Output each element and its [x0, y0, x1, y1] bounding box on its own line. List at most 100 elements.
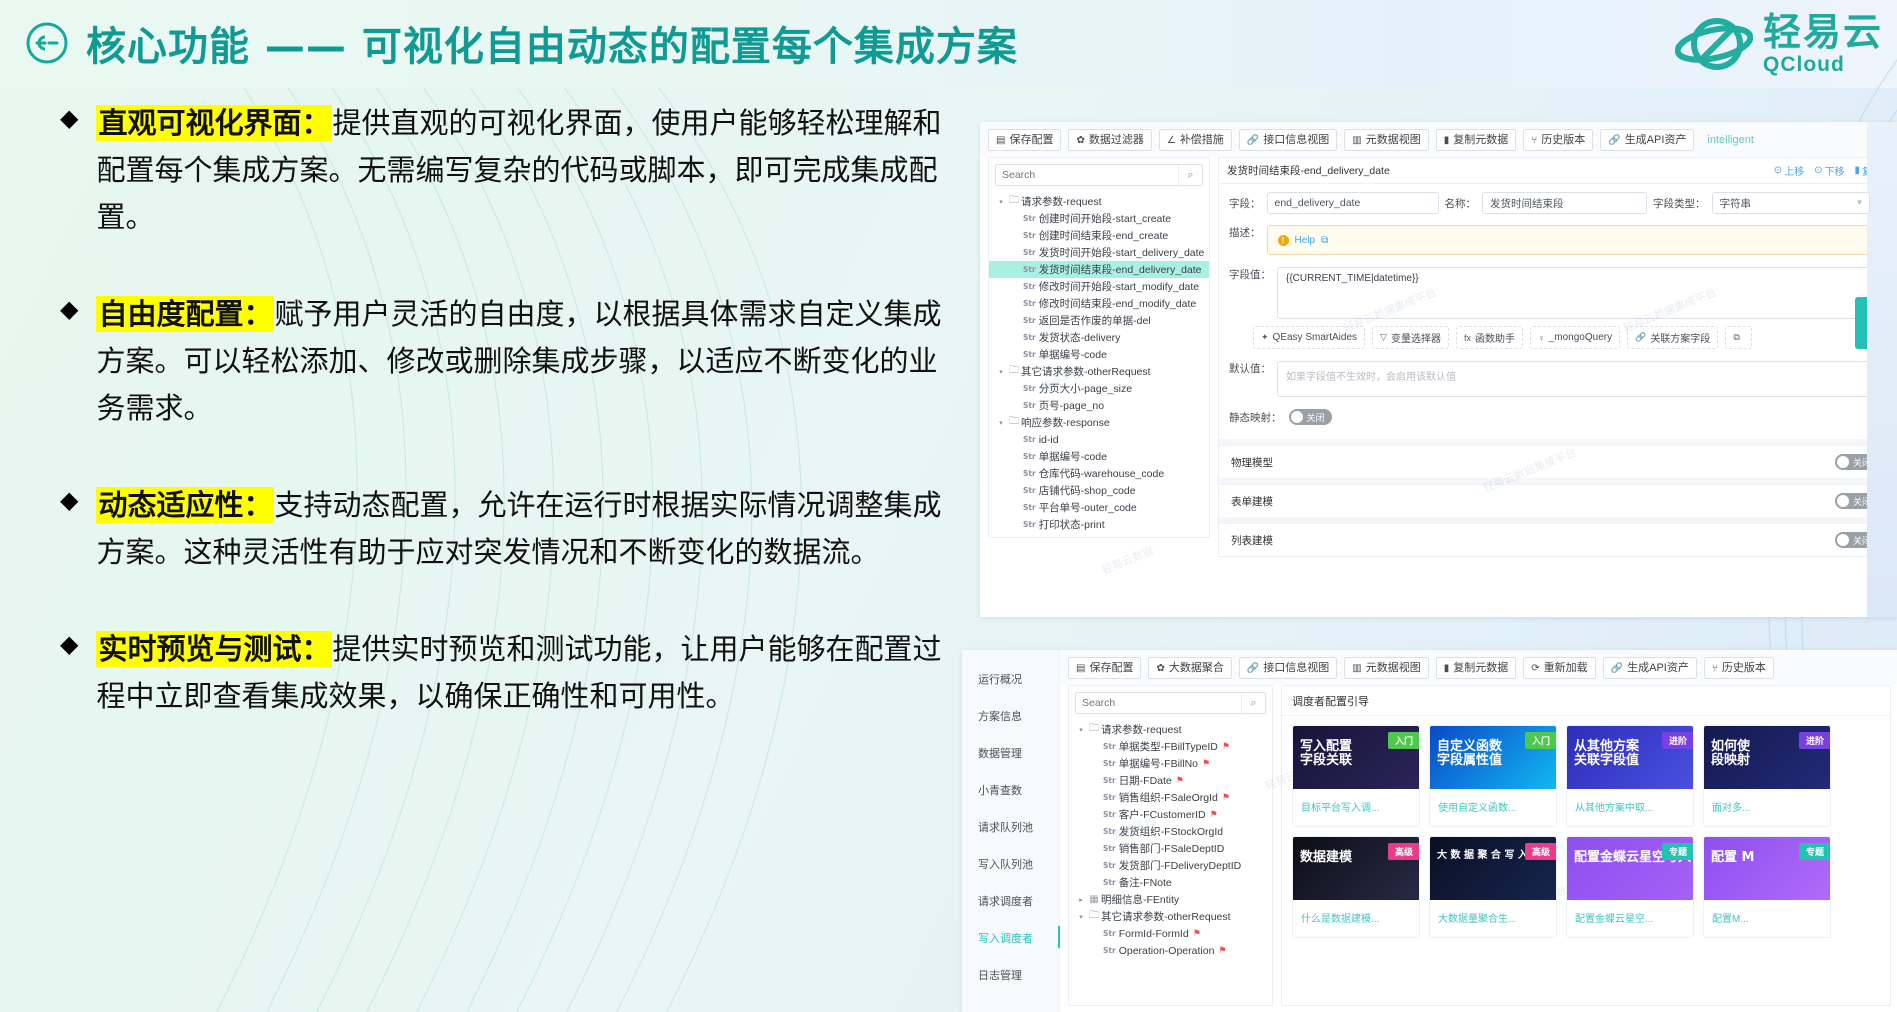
guide-card[interactable]: 大 数 据 聚 合 写 入高级 大数据量聚合生...	[1429, 836, 1557, 939]
search-input[interactable]	[1076, 693, 1241, 714]
tree-node[interactable]: Str 打印状态-print	[989, 516, 1209, 533]
toolbar-button-接口信息视图[interactable]: 🔗 接口信息视图	[1238, 129, 1338, 152]
tree-node[interactable]: Str 单据编号-FBillNo ⚑	[1069, 755, 1272, 772]
field-type-select[interactable]: ▼	[1711, 192, 1870, 215]
field-type-value[interactable]	[1711, 192, 1870, 215]
toolbar-button-接口信息视图[interactable]: 🔗 接口信息视图	[1238, 657, 1338, 680]
caret-down-icon[interactable]: ▾	[995, 368, 1007, 376]
search-input[interactable]	[996, 165, 1178, 186]
sidebar-item-写入队列池[interactable]: 写入队列池	[962, 845, 1059, 882]
tree-node[interactable]: Str 客户-FCustomerID ⚑	[1069, 806, 1272, 823]
tree-node[interactable]: Str 单据编号-code	[989, 448, 1209, 465]
tree-node[interactable]: Str 创建时间开始段-start_create	[989, 210, 1209, 227]
toolbar-button-复制元数据[interactable]: ▮ 复制元数据	[1435, 129, 1517, 152]
tree-node[interactable]: Str 创建时间结束段-end_create	[989, 227, 1209, 244]
sidebar-item-小青查数[interactable]: 小青查数	[962, 771, 1059, 808]
toolbar-button-复制元数据[interactable]: ▮ 复制元数据	[1435, 657, 1517, 680]
chevron-down-icon[interactable]: ▼	[1856, 198, 1864, 207]
tree-node[interactable]: ▾ 🗀 请求参数-request	[1069, 721, 1272, 738]
tree-node[interactable]: Str 发货组织-FStockOrgId	[1069, 823, 1272, 840]
tree-node[interactable]: Str 销售部门-FSaleDeptID	[1069, 840, 1272, 857]
toolbar-button-元数据视图[interactable]: ▥ 元数据视图	[1344, 657, 1429, 680]
guide-card[interactable]: 自定义函数 字段属性值 入门 使用自定义函数...	[1429, 725, 1557, 828]
tree-node[interactable]: Str 修改时间开始段-start_modify_date	[989, 278, 1209, 295]
tree-node[interactable]: Str 平台单号-outer_code	[989, 499, 1209, 516]
card-caption[interactable]: 大数据量聚合生...	[1430, 900, 1556, 937]
sidebar-item-请求调度者[interactable]: 请求调度者	[962, 882, 1059, 919]
card-caption[interactable]: 配置金蝶云星空...	[1567, 900, 1693, 937]
value-tool-变量选择器[interactable]: ▽ 变量选择器	[1372, 326, 1449, 350]
tree-node[interactable]: Str 页号-page_no	[989, 397, 1209, 414]
toolbar-button-保存配置[interactable]: ▤ 保存配置	[988, 129, 1062, 152]
toolbar-button-历史版本[interactable]: ⑂ 历史版本	[1523, 129, 1594, 152]
tree-node[interactable]: ▾ 🗀 请求参数-request	[989, 193, 1209, 210]
card-caption[interactable]: 从其他方案中取...	[1567, 789, 1693, 826]
tree-node[interactable]: Str 销售组织-FSaleOrgId ⚑	[1069, 789, 1272, 806]
toolbar-button-补偿措施[interactable]: ∠ 补偿措施	[1158, 129, 1232, 152]
sidebar-item-写入调度者[interactable]: 写入调度者	[962, 919, 1060, 956]
field-value-editor[interactable]: {{CURRENT_TIME|datetime}}	[1277, 267, 1880, 320]
guide-card[interactable]: 从其他方案 关联字段值 进阶 从其他方案中取...	[1566, 725, 1694, 828]
detail-action-下移[interactable]: ⊙ 下移	[1814, 163, 1844, 178]
caret-down-icon[interactable]: ▾	[1075, 913, 1087, 921]
toolbar-button-历史版本[interactable]: ⑂ 历史版本	[1703, 657, 1774, 680]
toolbar-button-大数据聚合[interactable]: ✿ 大数据聚合	[1148, 657, 1232, 680]
card-caption[interactable]: 面对多...	[1704, 789, 1830, 826]
field-name-input[interactable]	[1482, 192, 1647, 215]
card-caption[interactable]: 使用自定义函数...	[1430, 789, 1556, 826]
guide-card[interactable]: 写入配置 字段关联 入门 目标平台写入调...	[1292, 725, 1420, 828]
sidebar-item-请求队列池[interactable]: 请求队列池	[962, 808, 1059, 845]
card-caption[interactable]: 目标平台写入调...	[1293, 789, 1419, 826]
tree-node[interactable]: Str id-id	[989, 431, 1209, 448]
card-caption[interactable]: 配置M...	[1704, 900, 1830, 937]
tree-node[interactable]: ▾ 🗀 其它请求参数-otherRequest	[1069, 908, 1272, 925]
tree-node[interactable]: Str Operation-Operation ⚑	[1069, 942, 1272, 959]
value-tool-关联方案字段[interactable]: 🔗 关联方案字段	[1627, 326, 1719, 350]
tree-search[interactable]: ⌕	[995, 164, 1203, 187]
toolbar-button-生成API资产[interactable]: 🔗 生成API资产	[1602, 657, 1697, 680]
tree-node[interactable]: Str 发货时间开始段-start_delivery_date	[989, 244, 1209, 261]
value-tool-函数助手[interactable]: fx 函数助手	[1455, 326, 1523, 350]
field-code-input[interactable]	[1266, 192, 1439, 215]
tree-node[interactable]: Str 分页大小-page_size	[989, 380, 1209, 397]
caret-right-icon[interactable]: ▸	[1075, 896, 1087, 904]
help-link[interactable]: Help	[1295, 235, 1316, 246]
tree-node[interactable]: ▸ ▦ 明细信息-FEntity	[1069, 891, 1272, 908]
search-icon[interactable]: ⌕	[1241, 693, 1265, 714]
sidebar-item-数据管理[interactable]: 数据管理	[962, 734, 1059, 771]
tree-node[interactable]: Str 发货状态-delivery	[989, 329, 1209, 346]
tree-node[interactable]: ▾ 🗀 其它请求参数-otherRequest	[989, 363, 1209, 380]
toolbar-button-元数据视图[interactable]: ▥ 元数据视图	[1344, 129, 1429, 152]
toolbar-button-重新加载[interactable]: ⟳ 重新加载	[1523, 657, 1596, 680]
tree-search[interactable]: ⌕	[1075, 692, 1266, 715]
guide-card[interactable]: 数据建模 高级 什么是数据建模...	[1292, 836, 1420, 939]
value-tool-_mongoQuery[interactable]: ♀ _mongoQuery	[1529, 326, 1621, 350]
tree-node[interactable]: Str 仓库代码-warehouse_code	[989, 465, 1209, 482]
tree-node[interactable]: ▾ 🗀 响应参数-response	[989, 414, 1209, 431]
side-drawer-handle[interactable]	[1855, 297, 1867, 349]
caret-down-icon[interactable]: ▾	[1075, 726, 1087, 734]
guide-card[interactable]: 配置 M 专题 配置M...	[1703, 836, 1831, 939]
caret-down-icon[interactable]: ▾	[995, 198, 1007, 206]
tree-node[interactable]: Str 备注-FNote	[1069, 874, 1272, 891]
tree-node[interactable]: Str 单据类型-FBillTypeID ⚑	[1069, 738, 1272, 755]
detail-action-上移[interactable]: ⊙ 上移	[1774, 163, 1804, 178]
sidebar-item-日志管理[interactable]: 日志管理	[962, 956, 1059, 993]
tree-node[interactable]: Str 修改时间结束段-end_modify_date	[989, 295, 1209, 312]
value-tool-QEasy SmartAides[interactable]: ✦ QEasy SmartAides	[1253, 326, 1366, 350]
value-tool-more[interactable]: ⧉	[1725, 326, 1752, 350]
guide-card[interactable]: 配置金蝶云星空写入 专题 配置金蝶云星空...	[1566, 836, 1694, 939]
tree-node[interactable]: Str 发货部门-FDeliveryDeptID	[1069, 857, 1272, 874]
toolbar-button-保存配置[interactable]: ▤ 保存配置	[1068, 657, 1142, 680]
tree-node[interactable]: Str FormId-FormId ⚑	[1069, 925, 1272, 942]
toolbar-button-生成API资产[interactable]: 🔗 生成API资产	[1600, 129, 1695, 152]
search-icon[interactable]: ⌕	[1178, 165, 1202, 186]
default-value-input[interactable]: 如果字段值不生效时，会启用该默认值	[1277, 361, 1880, 398]
toolbar-button-数据过滤器[interactable]: ✿ 数据过滤器	[1068, 129, 1152, 152]
sidebar-item-运行概况[interactable]: 运行概况	[962, 660, 1059, 697]
sidebar-item-方案信息[interactable]: 方案信息	[962, 697, 1059, 734]
external-link-icon[interactable]: ⧉	[1321, 235, 1328, 246]
caret-down-icon[interactable]: ▾	[995, 419, 1007, 427]
static-mapping-toggle[interactable]: 关闭	[1288, 409, 1332, 426]
tree-node[interactable]: Str 发货时间结束段-end_delivery_date	[989, 261, 1209, 279]
